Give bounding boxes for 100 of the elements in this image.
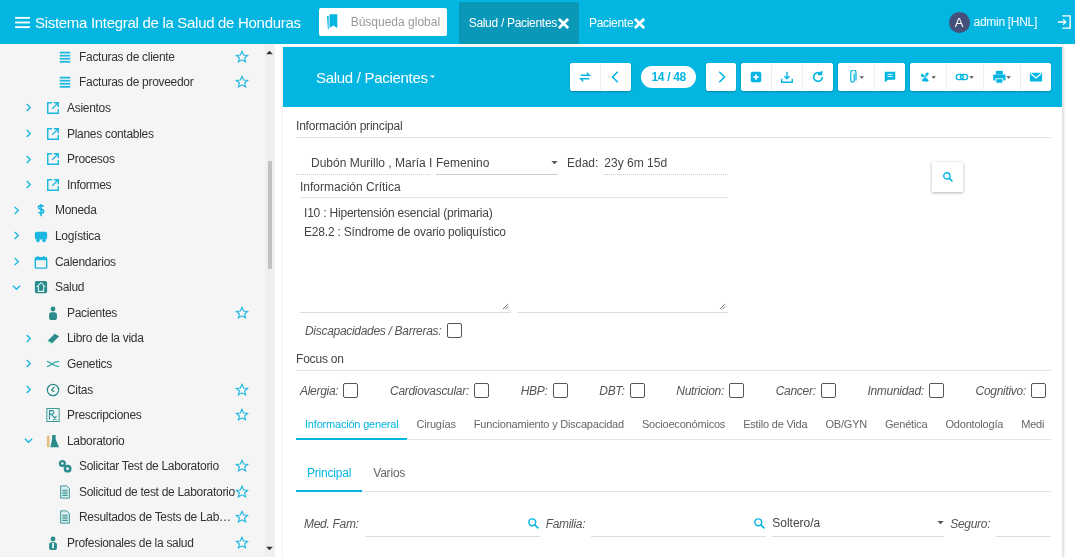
chevron-icon[interactable] (24, 436, 33, 446)
menu-icon[interactable] (15, 15, 30, 29)
tab[interactable]: Socioeconómicos (632, 412, 735, 440)
resize-handle-icon[interactable] (719, 303, 726, 310)
checkbox[interactable] (447, 323, 463, 338)
checkbox[interactable] (928, 383, 944, 398)
star-icon[interactable] (234, 408, 249, 423)
sidebar-item[interactable]: Informes (4, 171, 265, 198)
tab[interactable]: OB/GYN (816, 412, 876, 440)
printer-icon[interactable] (992, 70, 1012, 84)
checkbox[interactable] (473, 383, 489, 398)
chevron-icon[interactable] (24, 103, 33, 113)
checkbox[interactable] (343, 383, 359, 398)
tab[interactable]: Odontología (936, 412, 1013, 440)
sidebar-item[interactable]: Calendarios (4, 248, 265, 275)
user-avatar[interactable]: A (948, 11, 970, 33)
attachment-button[interactable] (838, 63, 874, 91)
sidebar-item[interactable]: Solicitar Test de Laboratorio (4, 453, 265, 480)
text-area[interactable]: I10 : Hipertensión esencial (primaria) E28.2 : Síndrome de ovario poliquístico (300, 198, 511, 313)
fan-icon[interactable] (918, 70, 938, 84)
checkbox[interactable] (729, 383, 744, 398)
swap-icon[interactable] (578, 70, 593, 84)
star-icon[interactable] (234, 75, 249, 90)
tab[interactable]: Varios (362, 460, 417, 492)
email-button[interactable] (1020, 63, 1051, 91)
resize-handle-icon[interactable] (502, 303, 509, 310)
previous-button[interactable] (600, 63, 632, 91)
checkbox[interactable] (820, 383, 836, 398)
logout-icon[interactable] (1057, 15, 1071, 29)
search-icon[interactable] (753, 516, 767, 530)
comment-button[interactable] (874, 63, 905, 91)
chevron-icon[interactable] (24, 154, 33, 164)
close-icon[interactable] (557, 17, 569, 29)
sidebar-item[interactable]: Profesionales de la salud (4, 530, 265, 556)
sidebar-item[interactable]: Laboratorio (4, 427, 265, 454)
next-button[interactable] (706, 63, 736, 91)
sidebar-item[interactable]: Libro de la vida (4, 325, 265, 352)
status-select[interactable]: Soltero/a (772, 510, 945, 537)
comment-icon[interactable] (883, 70, 897, 84)
sidebar-item[interactable]: Solicitud de test de Laboratorio (4, 479, 265, 505)
sidebar-item[interactable]: Moneda (4, 197, 265, 224)
star-icon[interactable] (234, 382, 249, 397)
caret-icon[interactable] (551, 160, 558, 165)
sidebar-item[interactable]: Logística (4, 223, 265, 249)
link-button[interactable] (946, 63, 983, 91)
tab[interactable]: Medi (1012, 412, 1054, 440)
star-icon[interactable] (234, 536, 249, 551)
close-icon[interactable] (634, 17, 646, 29)
tab[interactable]: Funcionamiento y Discapacidad (464, 412, 633, 440)
search-field[interactable]: Búsqueda global (318, 8, 447, 36)
envelope-icon[interactable] (1029, 70, 1043, 84)
swap-button[interactable] (570, 63, 601, 91)
star-icon[interactable] (234, 484, 249, 499)
sidebar-item[interactable]: Resultados de Tests de Lab… (4, 504, 265, 531)
sidebar-item[interactable]: Procesos (4, 146, 265, 172)
chevron-icon[interactable] (24, 129, 33, 139)
star-icon[interactable] (234, 459, 249, 474)
chevron-icon[interactable] (24, 385, 33, 394)
sidebar-item[interactable]: Pacientes (4, 299, 265, 326)
plus-icon[interactable] (749, 70, 763, 84)
chevron-icon[interactable] (24, 180, 33, 190)
fan-button[interactable] (910, 63, 946, 91)
scroll-up-icon[interactable] (266, 50, 274, 55)
sidebar-item[interactable]: Citas (4, 376, 265, 403)
star-icon[interactable] (234, 305, 249, 320)
scroll-down-icon[interactable] (266, 546, 274, 551)
sidebar-item[interactable]: Prescripciones (4, 402, 265, 428)
search-icon[interactable] (526, 516, 540, 530)
star-icon[interactable] (234, 510, 249, 525)
chevron-icon[interactable] (24, 333, 33, 343)
checkbox[interactable] (1030, 383, 1046, 398)
search-button[interactable] (932, 162, 963, 192)
download-icon[interactable] (780, 70, 794, 84)
search-icon[interactable] (941, 171, 954, 183)
chevron-icon[interactable] (12, 205, 21, 215)
sidebar-item[interactable]: Asientos (4, 95, 265, 121)
tab[interactable]: Genética (876, 412, 937, 440)
sidebar-item[interactable]: Planes contables (4, 120, 265, 147)
print-button[interactable] (983, 63, 1020, 91)
tab[interactable]: Estilo de Vida (734, 412, 817, 440)
sidebar-item[interactable]: Facturas de cliente (4, 44, 265, 70)
scrollbar-thumb[interactable] (267, 161, 272, 269)
chevron-icon[interactable] (24, 359, 33, 369)
download-button[interactable] (771, 63, 802, 91)
add-button[interactable] (741, 63, 771, 91)
checkbox[interactable] (552, 383, 568, 398)
chevron-icon[interactable] (12, 231, 21, 241)
caret-icon[interactable] (937, 521, 945, 525)
tab[interactable]: Cirugías (407, 412, 465, 440)
patient-name-field[interactable]: Dubón Murillo , María I (296, 151, 430, 175)
sidebar-item[interactable]: Genetics (4, 351, 265, 377)
sidebar-item[interactable]: Salud (4, 274, 265, 300)
checkbox[interactable] (629, 383, 645, 398)
refresh-icon[interactable] (811, 70, 825, 84)
star-icon[interactable] (234, 49, 249, 64)
chevron-icon[interactable] (12, 257, 21, 267)
chevron-icon[interactable] (12, 282, 21, 292)
gender-select[interactable]: Femenino (436, 151, 558, 175)
refresh-button[interactable] (802, 63, 833, 91)
sidebar-item[interactable]: Facturas de proveedor (4, 69, 265, 96)
